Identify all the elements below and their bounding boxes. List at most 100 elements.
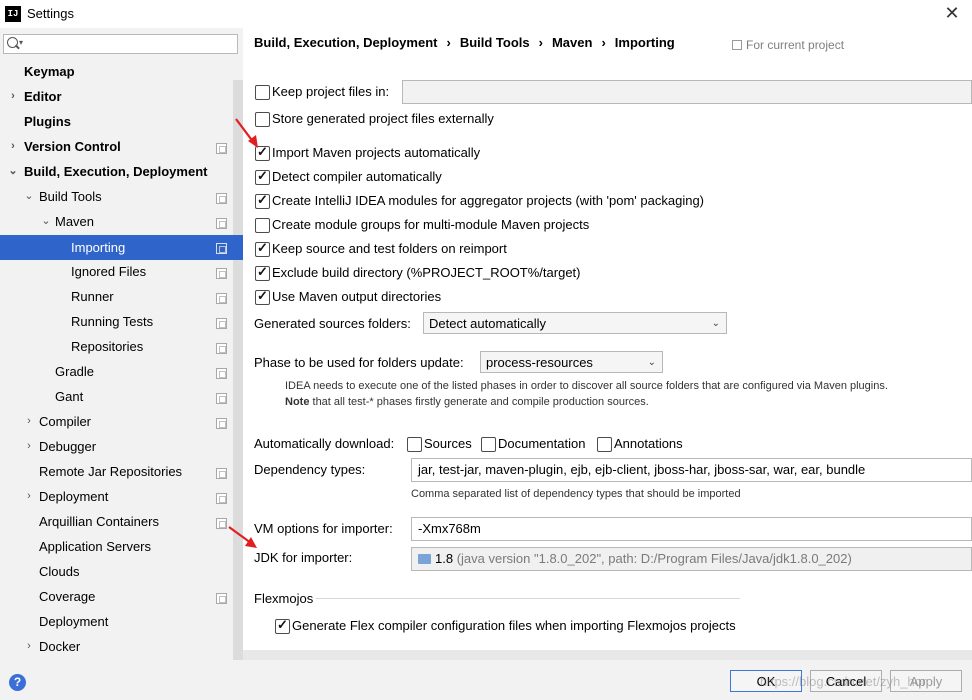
breadcrumb-separator: ›	[446, 35, 451, 50]
chevron-down-icon[interactable]: ⌄	[23, 184, 35, 209]
sidebar-item-running-tests[interactable]: Running Tests	[0, 309, 233, 334]
breadcrumb-separator: ›	[601, 35, 606, 50]
sidebar-item-deployment[interactable]: › Deployment	[0, 484, 233, 509]
generate-flex-label: Generate Flex compiler configuration fil…	[292, 618, 736, 633]
sidebar-item-label: Running Tests	[71, 314, 154, 329]
vm-options-label: VM options for importer:	[254, 521, 393, 536]
annotation-arrow-icon	[228, 526, 257, 548]
help-button[interactable]: ?	[9, 674, 26, 691]
main-horizontal-scrollbar[interactable]	[243, 650, 972, 660]
sidebar-item-coverage[interactable]: Coverage	[0, 584, 233, 609]
chevron-right-icon[interactable]: ›	[7, 134, 19, 159]
sidebar-item-runner[interactable]: Runner	[0, 284, 233, 309]
dependency-types-input[interactable]: jar, test-jar, maven-plugin, ejb, ejb-cl…	[411, 458, 972, 482]
detect-compiler-checkbox[interactable]	[255, 168, 270, 185]
chevron-down-icon[interactable]: ⌄	[7, 159, 19, 184]
sources-label: Sources	[424, 436, 472, 451]
sidebar-item-docker[interactable]: › Docker	[0, 634, 233, 659]
sidebar-item-arquillian-containers[interactable]: Arquillian Containers	[0, 509, 233, 534]
note-bold: Note	[285, 396, 310, 408]
sidebar-scrollbar[interactable]	[233, 80, 243, 660]
use-output-checkbox[interactable]	[255, 288, 270, 305]
generated-sources-select[interactable]: Detect automatically ⌄	[423, 312, 727, 334]
chevron-down-icon[interactable]: ⌄	[40, 209, 52, 234]
sidebar-item-plugins[interactable]: Plugins	[0, 109, 233, 134]
create-groups-checkbox[interactable]	[255, 218, 270, 233]
breadcrumb-item[interactable]: Maven	[552, 35, 592, 50]
project-scope-icon	[216, 368, 227, 379]
chevron-right-icon[interactable]: ›	[23, 434, 35, 459]
title-bar	[0, 0, 972, 28]
annotations-checkbox[interactable]	[597, 437, 612, 452]
sidebar-item-label: Coverage	[39, 589, 96, 604]
project-scope-icon	[216, 318, 227, 329]
sidebar-item-gradle[interactable]: Gradle	[0, 359, 233, 384]
sidebar-item-label: Editor	[24, 89, 62, 104]
breadcrumb-separator: ›	[538, 35, 543, 50]
documentation-label: Documentation	[498, 436, 586, 451]
for-current-project-label: For current project	[732, 38, 844, 52]
keep-source-checkbox[interactable]	[255, 240, 270, 257]
annotation-arrow-icon	[235, 118, 258, 148]
watermark-text: https://blog.csdn.net/zyh_hor	[760, 674, 927, 689]
sidebar-item-keymap[interactable]: Keymap	[0, 59, 233, 84]
store-generated-label: Store generated project files externally	[272, 111, 494, 126]
sidebar-item-importing[interactable]: Importing	[0, 235, 243, 260]
sidebar-item-label: Application Servers	[39, 539, 151, 554]
phase-select[interactable]: process-resources ⌄	[480, 351, 663, 373]
sidebar-item-remote-jar-repositories[interactable]: Remote Jar Repositories	[0, 459, 233, 484]
sidebar-item-compiler[interactable]: › Compiler	[0, 409, 233, 434]
sidebar-item-build-tools[interactable]: ⌄ Build Tools	[0, 184, 233, 209]
breadcrumb-item[interactable]: Build, Execution, Deployment	[254, 35, 437, 50]
keep-project-files-checkbox[interactable]	[255, 85, 270, 100]
sidebar-item-gant[interactable]: Gant	[0, 384, 233, 409]
project-scope-icon	[216, 393, 227, 404]
select-value: process-resources	[486, 355, 593, 370]
generated-sources-label: Generated sources folders:	[254, 316, 411, 331]
breadcrumb-item[interactable]: Build Tools	[460, 35, 530, 50]
project-scope-icon	[216, 493, 227, 504]
close-icon[interactable]: ✕	[940, 2, 964, 24]
project-scope-icon	[216, 593, 227, 604]
search-input[interactable]	[3, 34, 238, 54]
sidebar-item-label: Importing	[71, 240, 126, 255]
documentation-checkbox[interactable]	[481, 437, 496, 452]
sidebar-item-debugger[interactable]: › Debugger	[0, 434, 233, 459]
sidebar-item-build-execution-deployment[interactable]: ⌄ Build, Execution, Deployment	[0, 159, 233, 184]
vm-options-input[interactable]: -Xmx768m	[411, 517, 972, 541]
detect-compiler-label: Detect compiler automatically	[272, 169, 442, 184]
sidebar-item-ignored-files[interactable]: Ignored Files	[0, 259, 233, 284]
sidebar-item-label: Maven	[55, 214, 95, 229]
sidebar-item-label: Runner	[71, 289, 114, 304]
sidebar-item-clouds[interactable]: Clouds	[0, 559, 233, 584]
chevron-right-icon[interactable]: ›	[23, 634, 35, 659]
create-modules-checkbox[interactable]	[255, 192, 270, 209]
chevron-right-icon[interactable]: ›	[23, 484, 35, 509]
sidebar-item-editor[interactable]: › Editor	[0, 84, 233, 109]
sidebar-item-version-control[interactable]: › Version Control	[0, 134, 233, 159]
section-divider	[316, 598, 740, 599]
sidebar-item-maven[interactable]: ⌄ Maven	[0, 209, 233, 234]
project-scope-icon	[216, 218, 227, 229]
sidebar-item-application-servers[interactable]: Application Servers	[0, 534, 233, 559]
dependency-types-hint: Comma separated list of dependency types…	[411, 488, 741, 500]
window-title: Settings	[27, 6, 74, 21]
generate-flex-checkbox[interactable]	[275, 617, 290, 634]
sidebar-item-deployment-2[interactable]: Deployment	[0, 609, 233, 634]
sources-checkbox[interactable]	[407, 437, 422, 452]
folder-icon	[418, 554, 431, 564]
chevron-right-icon[interactable]: ›	[7, 84, 19, 109]
exclude-build-checkbox[interactable]	[255, 264, 270, 281]
sidebar-item-label: Plugins	[24, 114, 71, 129]
chevron-right-icon[interactable]: ›	[23, 409, 35, 434]
project-files-path-field[interactable]	[402, 80, 972, 104]
search-dropdown-icon: ▾	[19, 38, 24, 47]
chevron-down-icon: ⌄	[647, 357, 656, 368]
sidebar-item-repositories[interactable]: Repositories	[0, 334, 233, 359]
project-scope-icon	[216, 418, 227, 429]
note-text: that all test-* phases firstly generate …	[309, 396, 649, 408]
dependency-types-label: Dependency types:	[254, 462, 366, 477]
breadcrumb-item: Importing	[614, 35, 675, 50]
sidebar-item-label: Docker	[39, 639, 81, 654]
jdk-select[interactable]: 1.8 (java version "1.8.0_202", path: D:/…	[411, 547, 972, 571]
